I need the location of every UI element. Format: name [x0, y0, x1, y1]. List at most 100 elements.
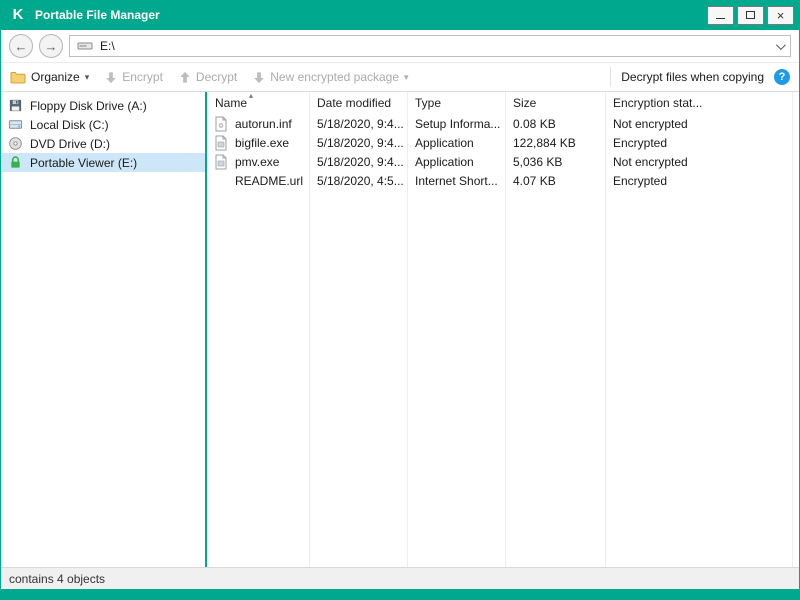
file-size: 122,884 KB — [513, 135, 576, 150]
close-icon: × — [776, 7, 785, 23]
help-icon: ? — [778, 71, 786, 83]
setup-information-file-icon — [214, 116, 229, 132]
help-button[interactable]: ? — [774, 69, 790, 85]
app-window: K Portable File Manager × ← → E:\ Organi… — [0, 0, 800, 600]
file-encryption-status: Encrypted — [613, 135, 668, 150]
maximize-icon — [746, 11, 755, 19]
list-body: autorun.inf 5/18/2020, 9:4... Setup Info… — [207, 114, 799, 567]
floppy-disk-icon — [8, 98, 23, 113]
maximize-button[interactable] — [737, 5, 764, 25]
file-row-bigfile[interactable]: bigfile.exe 5/18/2020, 9:4... Applicatio… — [207, 133, 799, 152]
column-header-encryption-status[interactable]: Encryption stat... — [605, 92, 799, 114]
file-type: Internet Short... — [415, 173, 498, 188]
navigation-bar: ← → E:\ — [1, 30, 799, 63]
status-bar: contains 4 objects — [1, 567, 799, 589]
column-separator — [505, 92, 506, 567]
minimize-button[interactable] — [707, 5, 734, 25]
address-bar[interactable]: E:\ — [69, 35, 791, 57]
forward-icon: → — [44, 38, 58, 54]
file-icon-placeholder — [214, 173, 229, 189]
address-text: E:\ — [100, 39, 115, 53]
window-controls: × — [707, 5, 794, 25]
column-separator — [605, 92, 606, 567]
forward-button[interactable]: → — [39, 34, 63, 58]
back-icon: ← — [14, 38, 28, 54]
file-size: 0.08 KB — [513, 116, 556, 131]
sidebar-item-label: DVD Drive (D:) — [30, 136, 110, 151]
column-header-size[interactable]: Size — [505, 92, 605, 114]
arrow-down-icon — [105, 71, 117, 84]
column-header-label: Type — [415, 96, 442, 110]
decrypt-button[interactable]: Decrypt — [179, 70, 237, 84]
organize-caret-icon: ▾ — [84, 71, 90, 82]
file-type: Setup Informa... — [415, 116, 501, 131]
sort-ascending-icon: ▴ — [249, 92, 254, 100]
file-type: Application — [415, 135, 474, 150]
file-encryption-status: Not encrypted — [613, 154, 688, 169]
file-encryption-status: Not encrypted — [613, 116, 688, 131]
column-header-date-modified[interactable]: Date modified — [309, 92, 407, 114]
file-row-readme[interactable]: README.url 5/18/2020, 4:5... Internet Sh… — [207, 171, 799, 190]
file-name: bigfile.exe — [235, 135, 290, 150]
new-encrypted-package-button[interactable]: New encrypted package ▾ — [253, 70, 409, 84]
encrypt-label: Encrypt — [122, 70, 163, 84]
sidebar-item-dvd-drive[interactable]: DVD Drive (D:) — [1, 134, 205, 153]
file-name-cell: autorun.inf — [207, 116, 309, 132]
column-separator — [792, 92, 793, 567]
decrypt-when-copying-label: Decrypt files when copying — [621, 70, 764, 84]
sidebar-item-label: Portable Viewer (E:) — [30, 155, 138, 170]
column-header-name[interactable]: ▴ Name — [207, 92, 309, 114]
minimize-icon — [716, 17, 725, 19]
new-encrypted-package-label: New encrypted package — [270, 70, 400, 84]
file-row-pmv[interactable]: pmv.exe 5/18/2020, 9:4... Application 5,… — [207, 152, 799, 171]
column-separator — [309, 92, 310, 567]
file-date: 5/18/2020, 9:4... — [317, 135, 404, 150]
arrow-down-icon — [253, 71, 265, 84]
file-type: Application — [415, 154, 474, 169]
dvd-disc-icon — [8, 136, 23, 151]
file-name-cell: README.url — [207, 173, 309, 189]
column-header-label: Encryption stat... — [613, 96, 703, 110]
drive-icon — [77, 40, 93, 52]
toolbar: Organize ▾ Encrypt Decrypt New encrypted… — [1, 63, 799, 92]
folder-icon — [10, 71, 26, 84]
application-file-icon — [214, 135, 229, 151]
file-date: 5/18/2020, 9:4... — [317, 154, 404, 169]
organize-button[interactable]: Organize ▾ — [10, 70, 89, 84]
file-name: README.url — [235, 173, 304, 188]
sidebar-item-floppy-drive[interactable]: Floppy Disk Drive (A:) — [1, 96, 205, 115]
file-list: ▴ Name Date modified Type Size Encryptio… — [207, 92, 799, 567]
sidebar-item-label: Local Disk (C:) — [30, 117, 109, 132]
toolbar-right: Decrypt files when copying ? — [610, 67, 790, 87]
window-title: Portable File Manager — [35, 8, 160, 22]
sidebar-item-label: Floppy Disk Drive (A:) — [30, 98, 147, 113]
title-bar: K Portable File Manager × — [1, 0, 799, 30]
file-name: autorun.inf — [235, 116, 292, 131]
file-size: 4.07 KB — [513, 173, 556, 188]
encrypt-button[interactable]: Encrypt — [105, 70, 163, 84]
file-name-cell: pmv.exe — [207, 154, 309, 170]
column-header-label: Name — [215, 96, 248, 110]
new-package-caret-icon: ▾ — [404, 71, 409, 82]
back-button[interactable]: ← — [9, 34, 33, 58]
list-header: ▴ Name Date modified Type Size Encryptio… — [207, 92, 799, 114]
application-file-icon — [214, 154, 229, 170]
file-name: pmv.exe — [235, 154, 280, 169]
column-separator — [407, 92, 408, 567]
file-row-autorun[interactable]: autorun.inf 5/18/2020, 9:4... Setup Info… — [207, 114, 799, 133]
status-text: contains 4 objects — [9, 571, 106, 586]
file-encryption-status: Encrypted — [613, 173, 668, 188]
kaspersky-logo-icon: K — [12, 6, 24, 23]
sidebar-item-portable-viewer[interactable]: Portable Viewer (E:) — [1, 153, 205, 172]
hard-disk-icon — [8, 117, 23, 132]
organize-label: Organize — [31, 70, 80, 84]
sidebar-item-local-disk[interactable]: Local Disk (C:) — [1, 115, 205, 134]
column-header-type[interactable]: Type — [407, 92, 505, 114]
address-dropdown-icon[interactable] — [775, 39, 786, 50]
lock-icon — [8, 155, 23, 170]
column-header-label: Size — [513, 96, 537, 110]
file-date: 5/18/2020, 9:4... — [317, 116, 404, 131]
drive-tree-sidebar: Floppy Disk Drive (A:) Local Disk (C:) D… — [1, 92, 205, 567]
close-button[interactable]: × — [767, 5, 794, 25]
decrypt-label: Decrypt — [195, 70, 238, 84]
